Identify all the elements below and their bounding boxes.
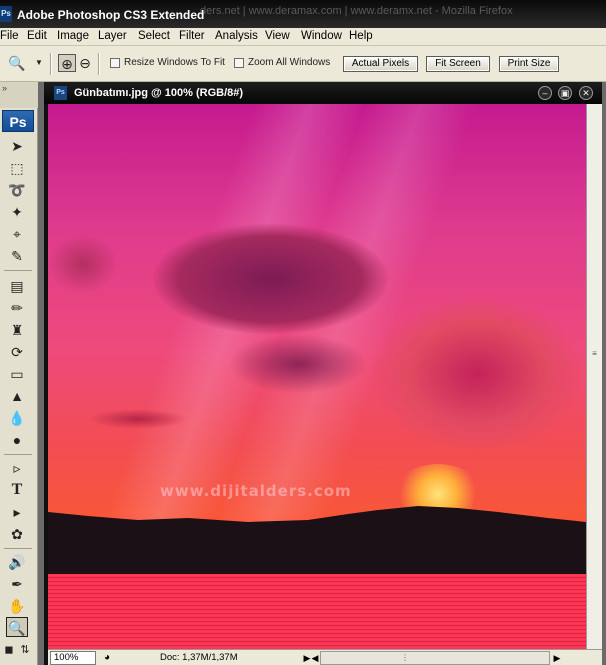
- lasso-tool-icon[interactable]: ➰: [6, 180, 28, 200]
- resize-windows-label: Resize Windows To Fit: [124, 57, 225, 68]
- hscroll-grip-icon[interactable]: ⋮: [401, 653, 409, 662]
- menu-edit[interactable]: Edit: [27, 30, 47, 42]
- move-tool-icon[interactable]: ➤: [6, 136, 28, 156]
- history-brush-tool-icon[interactable]: ⟳: [6, 342, 28, 362]
- zoom-all-windows-checkbox[interactable]: [234, 58, 244, 68]
- zoom-tool-icon[interactable]: 🔍: [8, 54, 26, 72]
- document-icon: Ps: [54, 86, 67, 100]
- scroll-right-icon[interactable]: ▶: [552, 652, 562, 664]
- blur-tool-icon[interactable]: 💧: [6, 408, 28, 428]
- document-title: Günbatımı.jpg @ 100% (RGB/8#): [74, 87, 244, 99]
- menu-analysis[interactable]: Analysis: [215, 30, 258, 42]
- maximize-icon[interactable]: ▣: [558, 86, 572, 100]
- menu-layer[interactable]: Layer: [98, 30, 127, 42]
- divider: [4, 454, 32, 455]
- menu-filter[interactable]: Filter: [179, 30, 205, 42]
- menu-window[interactable]: Window: [301, 30, 342, 42]
- divider: [4, 270, 32, 271]
- default-colors-icon[interactable]: ◼: [2, 640, 16, 660]
- eyedropper-tool-icon[interactable]: ✒: [6, 574, 28, 594]
- document-window: Ps Günbatımı.jpg @ 100% (RGB/8#) – ▣ ✕ w…: [44, 82, 602, 665]
- custom-shape-tool-icon[interactable]: ✿: [6, 524, 28, 544]
- swap-colors-icon[interactable]: ⇅: [18, 640, 32, 660]
- path-selection-tool-icon[interactable]: ▹: [6, 458, 28, 478]
- image-canvas[interactable]: www.dijitalders.com: [48, 104, 586, 649]
- dark-cloud: [153, 224, 388, 334]
- minimize-icon[interactable]: –: [538, 86, 552, 100]
- crop-tool-icon[interactable]: ⌖: [6, 224, 28, 244]
- vertical-scrollbar[interactable]: ≡: [586, 104, 602, 649]
- tool-preset-dropdown-icon[interactable]: ▼: [30, 54, 48, 72]
- menu-select[interactable]: Select: [138, 30, 170, 42]
- scroll-left-icon[interactable]: ◀: [310, 652, 320, 664]
- photoshop-logo[interactable]: Ps: [2, 110, 34, 132]
- app-icon: Ps: [0, 6, 12, 22]
- app-titlebar: ders.net | www.deramax.com | www.deramx.…: [0, 0, 606, 28]
- zoom-level-field[interactable]: 100%: [50, 651, 96, 665]
- document-titlebar[interactable]: Ps Günbatımı.jpg @ 100% (RGB/8#) – ▣ ✕: [44, 82, 602, 104]
- resize-windows-checkbox[interactable]: [110, 58, 120, 68]
- toolbox-panel: » Ps ➤ ⬚ ➰ ✦ ⌖ ✎ ▤ ✏ ♜ ⟳ ▭ ▲ 💧 ● ▹ T ▸ ✿…: [0, 82, 38, 665]
- app-title: Adobe Photoshop CS3 Extended: [17, 8, 205, 22]
- toolbox-grip[interactable]: »: [0, 82, 38, 108]
- type-tool-icon[interactable]: T: [6, 480, 28, 500]
- scroll-grip-icon[interactable]: ≡: [590, 349, 599, 358]
- sea-reflection: [48, 574, 586, 649]
- brush-tool-icon[interactable]: ✏: [6, 298, 28, 318]
- hand-tool-icon[interactable]: ✋: [6, 596, 28, 616]
- background-window-title: ders.net | www.deramax.com | www.deramx.…: [200, 5, 513, 17]
- eraser-tool-icon[interactable]: ▭: [6, 364, 28, 384]
- status-info-icon[interactable]: ◕: [100, 651, 114, 665]
- silhouette-hills: [48, 506, 586, 574]
- menu-file[interactable]: File: [0, 30, 19, 42]
- dark-cloud-lower: [228, 334, 368, 394]
- paint-bucket-tool-icon[interactable]: ▲: [6, 386, 28, 406]
- zoom-all-windows-label: Zoom All Windows: [248, 57, 331, 68]
- marquee-tool-icon[interactable]: ⬚: [6, 158, 28, 178]
- watermark-text: www.dijitalders.com: [160, 482, 352, 500]
- notes-tool-icon[interactable]: 🔊: [6, 552, 28, 572]
- divider: [98, 53, 100, 75]
- print-size-button[interactable]: Print Size: [499, 56, 559, 72]
- zoom-in-icon[interactable]: ⊕: [58, 54, 76, 72]
- direct-selection-tool-icon[interactable]: ▸: [6, 502, 28, 522]
- menu-image[interactable]: Image: [57, 30, 89, 42]
- healing-brush-tool-icon[interactable]: ▤: [6, 276, 28, 296]
- small-cloud: [88, 409, 188, 429]
- menu-help[interactable]: Help: [349, 30, 373, 42]
- clone-stamp-tool-icon[interactable]: ♜: [6, 320, 28, 340]
- right-cloud: [368, 294, 586, 454]
- menu-view[interactable]: View: [265, 30, 290, 42]
- actual-pixels-button[interactable]: Actual Pixels: [343, 56, 418, 72]
- status-bar: 100% ◕ Doc: 1,37M/1,37M ▶ ⋮ ◀ ▶: [48, 649, 602, 665]
- dodge-tool-icon[interactable]: ●: [6, 430, 28, 450]
- horizontal-scrollbar[interactable]: ⋮: [320, 651, 550, 665]
- zoom-out-icon[interactable]: ⊖: [76, 54, 94, 72]
- divider: [4, 548, 32, 549]
- divider: [50, 53, 52, 75]
- close-icon[interactable]: ✕: [579, 86, 593, 100]
- document-size-info: Doc: 1,37M/1,37M: [160, 652, 238, 663]
- slice-tool-icon[interactable]: ✎: [6, 246, 28, 266]
- zoom-tool-active-icon[interactable]: 🔍: [6, 617, 28, 637]
- left-cloud: [48, 234, 118, 294]
- fit-screen-button[interactable]: Fit Screen: [426, 56, 490, 72]
- magic-wand-tool-icon[interactable]: ✦: [6, 202, 28, 222]
- menu-bar: File Edit Image Layer Select Filter Anal…: [0, 28, 606, 46]
- options-bar: 🔍 ▼ ⊕ ⊖ Resize Windows To Fit Zoom All W…: [0, 46, 606, 82]
